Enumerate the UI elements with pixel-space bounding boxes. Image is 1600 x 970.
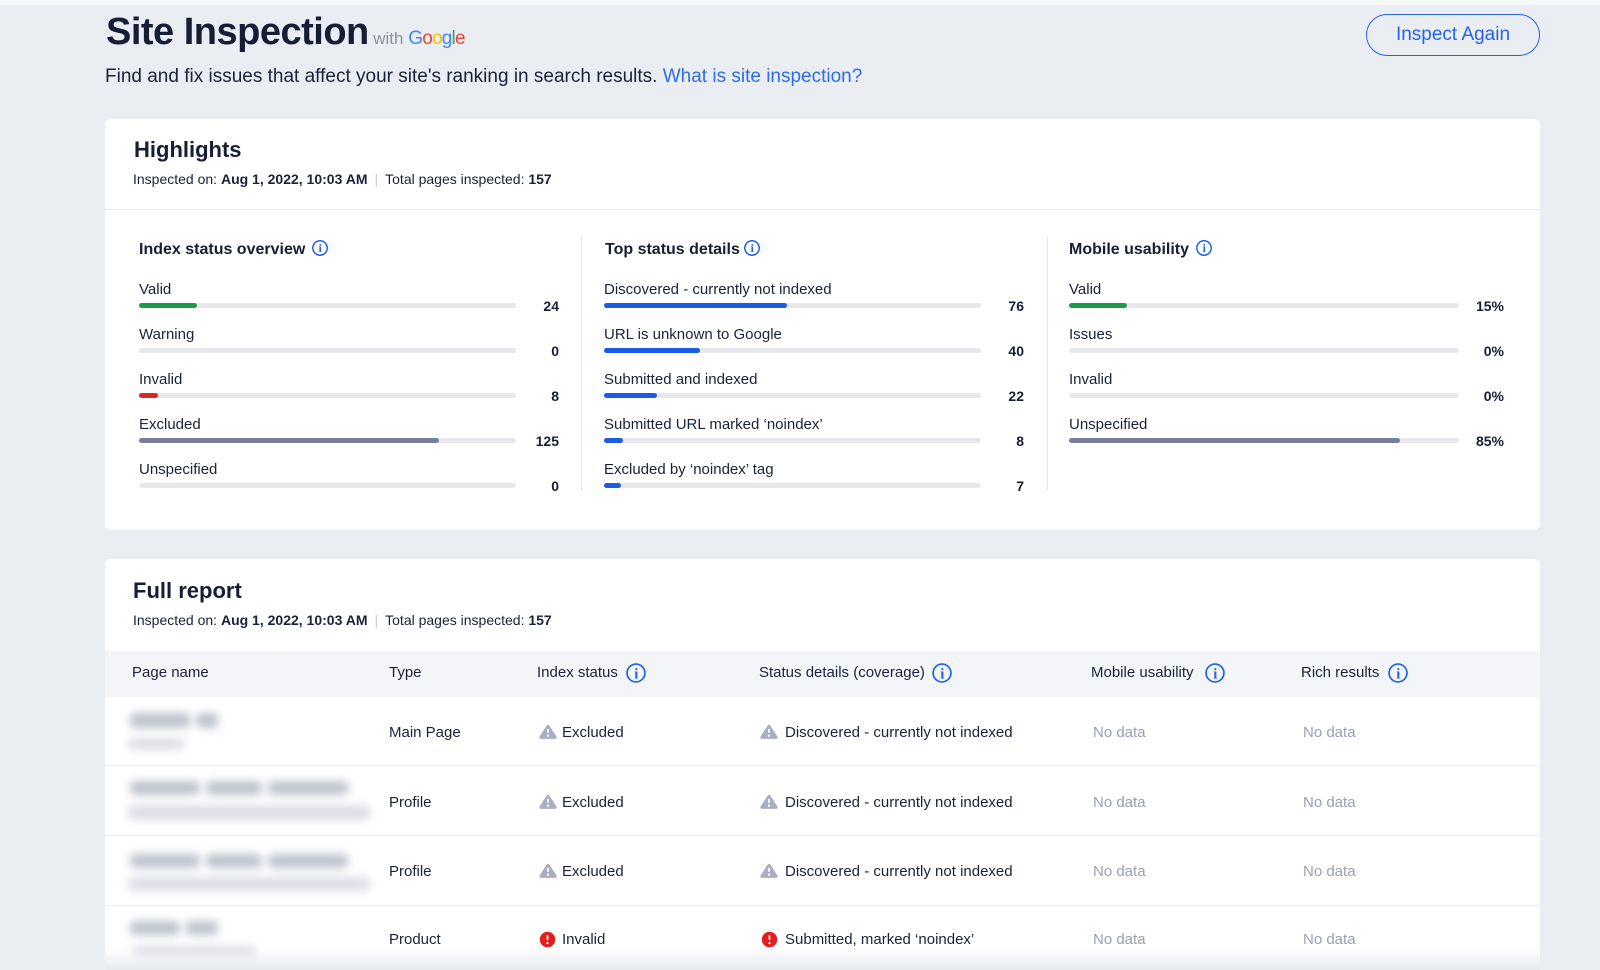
svg-text:i: i [319, 243, 323, 255]
svg-text:i: i [634, 666, 638, 682]
svg-text:i: i [751, 243, 755, 255]
svg-text:i: i [1213, 666, 1217, 682]
svg-text:i: i [1396, 666, 1400, 682]
svg-text:i: i [1203, 243, 1207, 255]
svg-text:i: i [940, 666, 944, 682]
